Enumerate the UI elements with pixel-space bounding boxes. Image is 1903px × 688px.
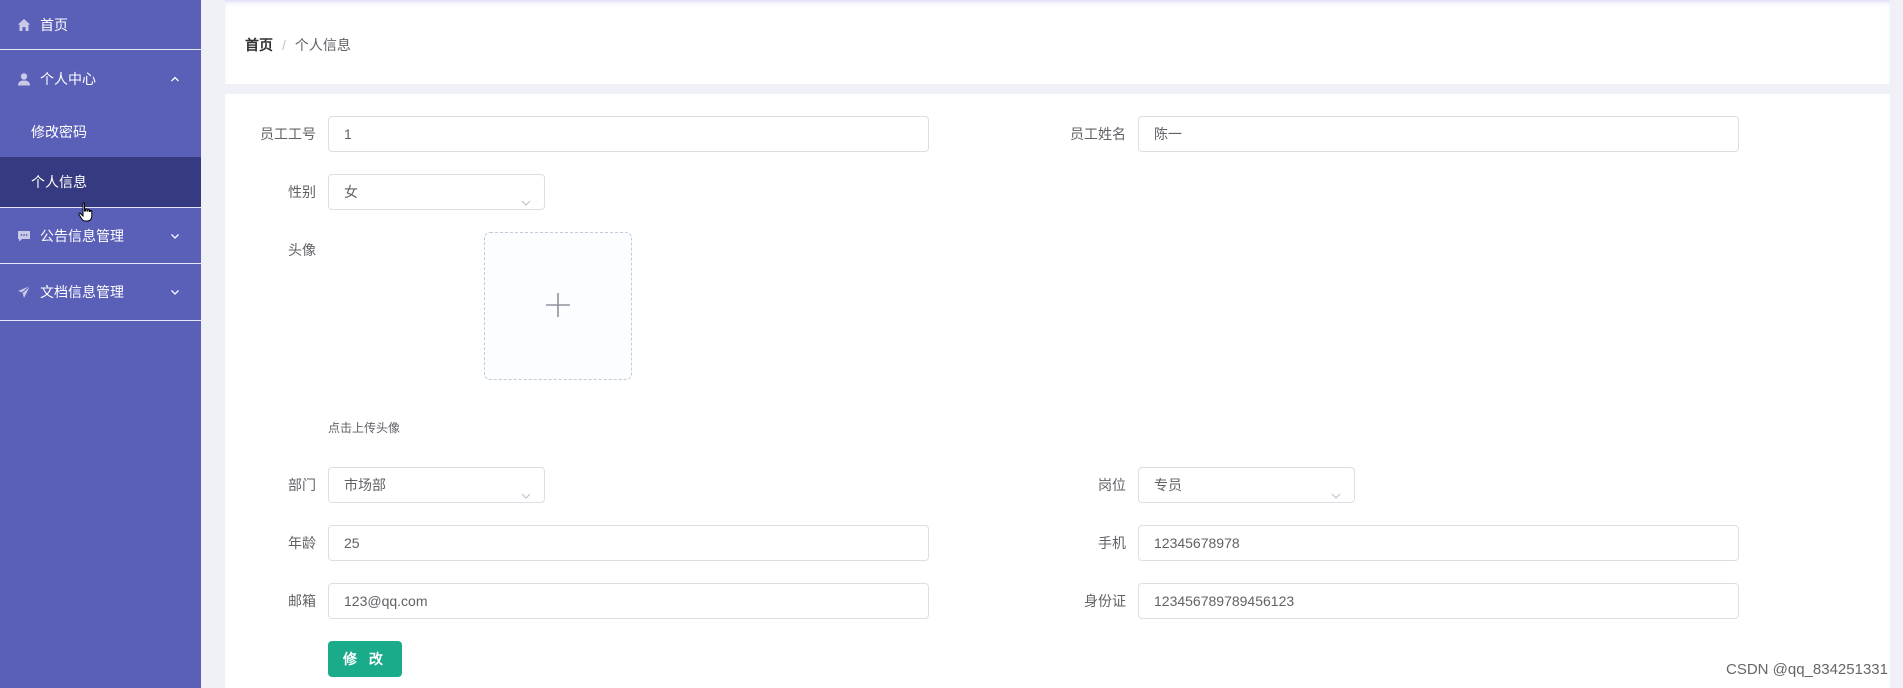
menu-item-personal-center[interactable]: 个人中心 [0, 50, 201, 107]
update-button[interactable]: 修 改 [328, 641, 402, 677]
chevron-down-icon [1330, 480, 1342, 499]
age-label: 年龄 [288, 535, 316, 551]
gender-label: 性别 [288, 184, 316, 200]
department-select[interactable]: 市场部 [328, 467, 545, 503]
id-card-label: 身份证 [1084, 593, 1126, 609]
submenu-item-personal-info[interactable]: 个人信息 [0, 157, 201, 207]
position-select-value: 专员 [1154, 477, 1182, 493]
avatar-upload-tip: 点击上传头像 [328, 421, 401, 435]
avatar-uploader[interactable] [484, 232, 632, 380]
menu-item-home[interactable]: 首页 [0, 0, 201, 50]
user-icon [16, 71, 32, 87]
employee-no-input[interactable]: 1 [328, 116, 929, 152]
top-bar [225, 0, 1890, 84]
avatar-label: 头像 [288, 242, 316, 258]
breadcrumb-home-link[interactable]: 首页 [245, 35, 273, 55]
menu-label-notice-management: 公告信息管理 [40, 227, 124, 244]
position-label: 岗位 [1098, 477, 1126, 493]
age-input[interactable]: 25 [328, 525, 929, 561]
id-card-input[interactable]: 123456789789456123 [1138, 583, 1739, 619]
chevron-down-icon [169, 230, 181, 242]
email-label: 邮箱 [288, 593, 316, 609]
menu-item-document-management[interactable]: 文档信息管理 [0, 264, 201, 321]
submenu-label-change-password: 修改密码 [31, 124, 87, 140]
employee-name-label: 员工姓名 [1070, 126, 1126, 142]
menu-label-document-management: 文档信息管理 [40, 284, 124, 300]
department-select-value: 市场部 [344, 477, 386, 493]
watermark: CSDN @qq_834251331 [1725, 661, 1888, 678]
gender-select[interactable]: 女 [328, 174, 545, 210]
position-select[interactable]: 专员 [1138, 467, 1355, 503]
menu-label-home: 首页 [40, 16, 68, 33]
phone-input[interactable]: 12345678978 [1138, 525, 1739, 561]
gender-select-value: 女 [344, 184, 358, 200]
chevron-down-icon [520, 187, 532, 206]
home-icon [16, 17, 32, 33]
chevron-up-icon [169, 73, 181, 85]
menu-label-personal-center: 个人中心 [40, 70, 96, 87]
email-input[interactable]: 123@qq.com [328, 583, 929, 619]
submenu-item-change-password[interactable]: 修改密码 [0, 107, 201, 157]
send-icon [16, 284, 32, 300]
employee-name-input[interactable]: 陈一 [1138, 116, 1739, 152]
department-label: 部门 [288, 477, 316, 493]
submenu-label-personal-info: 个人信息 [31, 174, 87, 190]
chevron-down-icon [169, 286, 181, 298]
hand-cursor-icon [78, 202, 94, 224]
breadcrumb-current: 个人信息 [294, 37, 351, 53]
breadcrumb: 首页 / 个人信息 [245, 35, 351, 55]
chevron-down-icon [520, 480, 532, 499]
breadcrumb-separator: / [282, 37, 286, 53]
employee-no-label: 员工工号 [260, 126, 316, 142]
phone-label: 手机 [1098, 535, 1126, 551]
sidebar: 首页 个人中心 修改密码 个人信息 公告信息管理 文档信息管理 [0, 0, 201, 688]
plus-icon [545, 292, 571, 321]
menu-item-notice-management[interactable]: 公告信息管理 [0, 207, 201, 264]
chat-icon [16, 228, 32, 244]
